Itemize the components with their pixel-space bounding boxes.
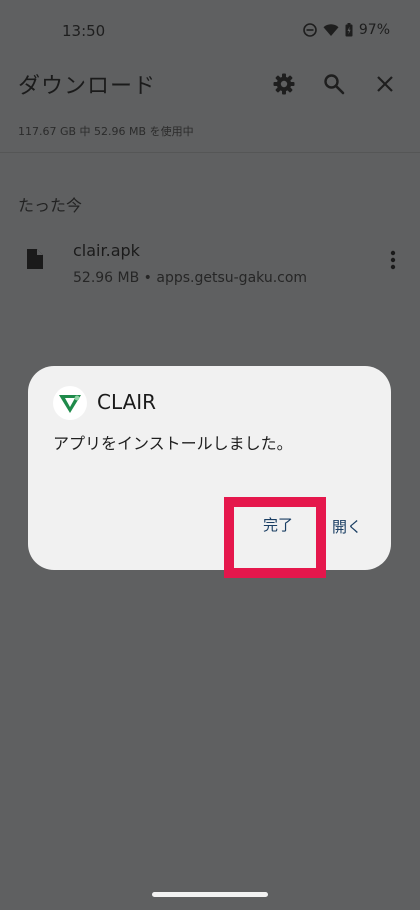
status-icons: 97% — [303, 22, 390, 38]
more-options-button[interactable] — [381, 246, 405, 274]
file-icon — [26, 248, 44, 274]
divider — [0, 152, 420, 153]
settings-button[interactable] — [270, 70, 298, 98]
app-bar: ダウンロード — [0, 64, 420, 104]
do-not-disturb-icon — [303, 23, 317, 37]
search-icon — [324, 74, 345, 95]
install-complete-dialog: CLAIR アプリをインストールしました。 完了 開く — [28, 366, 391, 570]
gear-icon — [273, 73, 295, 95]
highlight-annotation — [224, 497, 326, 578]
close-icon — [377, 76, 393, 92]
storage-usage: 117.67 GB 中 52.96 MB を使用中 — [18, 125, 194, 138]
app-logo-icon — [53, 386, 87, 420]
gesture-navigation-bar[interactable] — [152, 892, 268, 897]
download-list-item[interactable]: clair.apk 52.96 MB • apps.getsu-gaku.com — [0, 232, 420, 294]
file-meta: 52.96 MB • apps.getsu-gaku.com — [73, 270, 308, 286]
battery-percent: 97% — [358, 22, 390, 38]
page-title: ダウンロード — [18, 74, 157, 99]
dialog-app-name: CLAIR — [97, 390, 157, 414]
close-button[interactable] — [371, 70, 399, 98]
status-bar: 13:50 97% — [0, 0, 420, 64]
status-time: 13:50 — [62, 22, 106, 40]
file-name: clair.apk — [73, 241, 140, 260]
more-vert-icon — [390, 250, 396, 270]
search-button[interactable] — [320, 70, 348, 98]
dialog-message: アプリをインストールしました。 — [53, 434, 293, 453]
wifi-icon — [323, 23, 339, 37]
section-heading: たった今 — [18, 196, 83, 215]
battery-icon — [345, 23, 353, 37]
open-button[interactable]: 開く — [332, 516, 362, 537]
